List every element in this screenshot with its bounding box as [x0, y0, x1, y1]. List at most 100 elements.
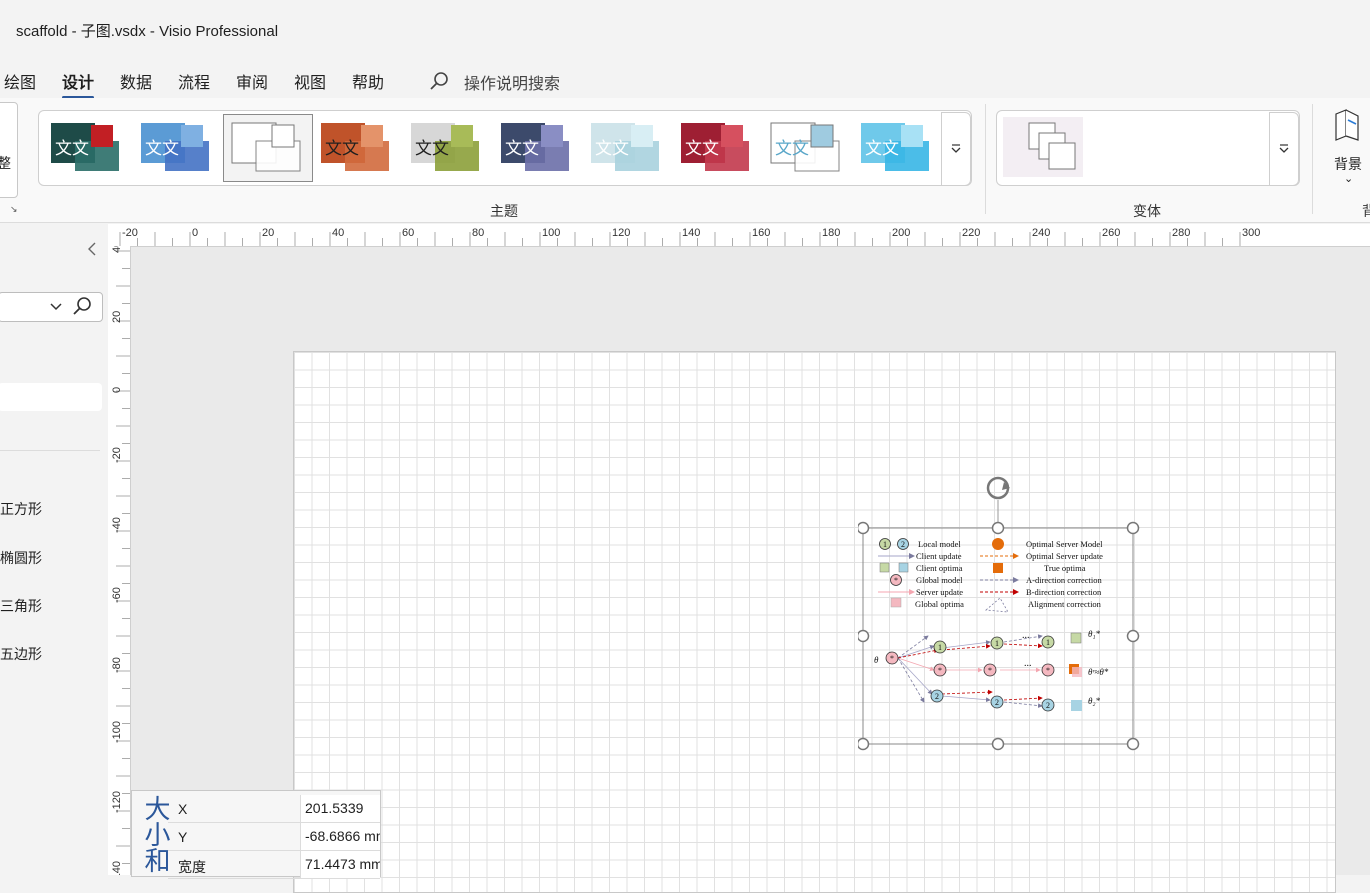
theme-preview-icon: 文文: [770, 122, 840, 172]
panel-divider: [0, 450, 100, 451]
stencil-field[interactable]: [0, 383, 102, 411]
rotate-handle-icon[interactable]: [986, 476, 1010, 528]
size-row-y-label: Y: [178, 829, 188, 845]
variant-preview-icon: [1028, 122, 1076, 170]
theme-thumbnail-4[interactable]: 文文: [313, 115, 401, 181]
ruler-label: -140: [111, 861, 123, 875]
tab-review[interactable]: 审阅: [236, 69, 268, 93]
theme-thumbnail-3[interactable]: [223, 114, 313, 182]
legend-local-model: Local model: [918, 539, 961, 549]
theme-thumbnail-10[interactable]: 文文: [853, 115, 941, 181]
vertical-ruler-ticks: 40 20 0 -20 -40 -60 -80 -100 -120 -140: [111, 241, 130, 883]
window-title: scaffold - 子图.vsdx - Visio Professional: [16, 23, 279, 40]
ruler-label: 60: [402, 227, 414, 239]
theme-preview-icon: 文文: [861, 123, 929, 171]
legend-star: *: [894, 576, 898, 585]
chevron-down-icon: [1279, 144, 1289, 153]
ruler-label: 20: [262, 227, 274, 239]
theme-preview-icon: 文文: [141, 123, 209, 171]
node-one-2: 1: [995, 639, 999, 648]
theme-thumbnail-6[interactable]: 文文: [493, 115, 581, 181]
page-setup-button[interactable]: 整: [0, 102, 18, 198]
legend-one: 1: [883, 540, 887, 549]
drawing-page[interactable]: [293, 351, 1336, 893]
size-row-x-label: X: [178, 801, 188, 817]
x-field[interactable]: 201.5339: [300, 795, 380, 822]
shape-square[interactable]: 正方形: [0, 499, 42, 519]
ruler-label: 0: [192, 227, 198, 239]
ruler-label: -100: [111, 721, 123, 743]
shapes-search-box[interactable]: [0, 292, 103, 322]
node-one-1: 1: [938, 643, 942, 652]
ruler-label: 180: [822, 227, 840, 239]
legend-true-optima: True optima: [1044, 563, 1086, 573]
ruler-label: 200: [892, 227, 910, 239]
theme-thumbnail-9[interactable]: 文文: [763, 115, 851, 181]
theta2-label: θ₂*: [1088, 696, 1101, 706]
themes-group-label: 主题: [490, 203, 518, 219]
selected-figure[interactable]: 1 2 Local model Client update Client opt…: [856, 474, 1143, 759]
chevron-down-icon[interactable]: [49, 302, 63, 312]
theme-thumbnail-1[interactable]: 文文: [43, 115, 131, 181]
tab-help[interactable]: 帮助: [352, 69, 384, 93]
ruler-label: 100: [542, 227, 560, 239]
ruler-label: -120: [111, 791, 123, 813]
search-icon: [430, 72, 448, 90]
horizontal-ruler[interactable]: -40-200204060801001201401601802002202402…: [52, 224, 1370, 247]
theme-thumbnail-7[interactable]: 文文: [583, 115, 671, 181]
search-icon[interactable]: [71, 295, 93, 317]
vertical-ruler[interactable]: 40 20 0 -20 -40 -60 -80 -100 -120 -140: [108, 241, 131, 883]
legend-server-update: Server update: [916, 587, 963, 597]
theme-sample-text: 文文: [415, 139, 449, 159]
ruler-label: -40: [111, 517, 123, 533]
theta-start-label: θ: [874, 655, 879, 665]
theme-sample-text: 文文: [325, 139, 359, 159]
theme-preview-icon: [231, 122, 301, 172]
theme-thumbnail-8[interactable]: 文文: [673, 115, 761, 181]
tab-process[interactable]: 流程: [178, 69, 210, 93]
variants-more-button[interactable]: [1269, 112, 1299, 186]
drawing-canvas[interactable]: [131, 247, 1370, 893]
y-field[interactable]: -68.6866 mm: [300, 823, 380, 850]
theme-sample-text: 文文: [505, 139, 539, 159]
background-group-label: 背: [1362, 203, 1370, 219]
horizontal-ruler-ticks: -40-200204060801001201401601802002202402…: [52, 227, 1260, 246]
group-separator: [985, 104, 986, 214]
group-separator: [1312, 104, 1313, 214]
theme-sample-text: 文文: [685, 139, 719, 159]
node-star-0: *: [890, 654, 894, 663]
size-row-x: X 201.5339: [168, 795, 380, 823]
ruler-label: 160: [752, 227, 770, 239]
collapse-chevron-icon[interactable]: [86, 242, 98, 256]
width-field[interactable]: 71.4473 mm: [300, 851, 380, 878]
theme-thumbnail-5[interactable]: 文文: [403, 115, 491, 181]
node-star-2: *: [988, 666, 992, 675]
tab-data[interactable]: 数据: [120, 69, 152, 93]
theta-eq-label: θʳ≈θ*: [1088, 667, 1109, 677]
variant-thumbnail[interactable]: [1003, 117, 1083, 177]
tab-view[interactable]: 视图: [294, 69, 326, 93]
theme-preview-icon: 文文: [591, 123, 659, 171]
ruler-label: 120: [612, 227, 630, 239]
theta1-label: θ₁*: [1088, 629, 1101, 639]
tab-design[interactable]: 设计: [62, 69, 95, 99]
size-position-panel: 大小和 X 201.5339 Y -68.6866 mm 宽度 71.4473 …: [131, 790, 381, 879]
legend-alignment: Alignment correction: [1028, 599, 1102, 609]
legend-optimal-server-update: Optimal Server update: [1026, 551, 1103, 561]
shape-triangle[interactable]: 三角形: [0, 596, 42, 616]
ruler-label: 220: [962, 227, 980, 239]
themes-more-button[interactable]: [941, 112, 971, 186]
size-row-width-label: 宽度: [178, 859, 206, 875]
shapes-panel: 正方形 椭圆形 三角形 五边形: [0, 224, 108, 875]
tab-draw[interactable]: 绘图: [4, 69, 36, 93]
legend-b-direction: B-direction correction: [1026, 587, 1102, 597]
theme-preview-icon: 文文: [411, 123, 479, 171]
chevron-down-icon: [951, 144, 961, 153]
shape-pentagon[interactable]: 五边形: [0, 644, 42, 664]
background-button[interactable]: 背景 ⌄: [1326, 104, 1370, 194]
theme-thumbnail-2[interactable]: 文文: [133, 115, 221, 181]
shape-ellipse[interactable]: 椭圆形: [0, 548, 42, 568]
legend-a-direction: A-direction correction: [1026, 575, 1103, 585]
background-icon: [1335, 109, 1359, 141]
dialog-launcher-icon[interactable]: ↘: [10, 204, 18, 215]
